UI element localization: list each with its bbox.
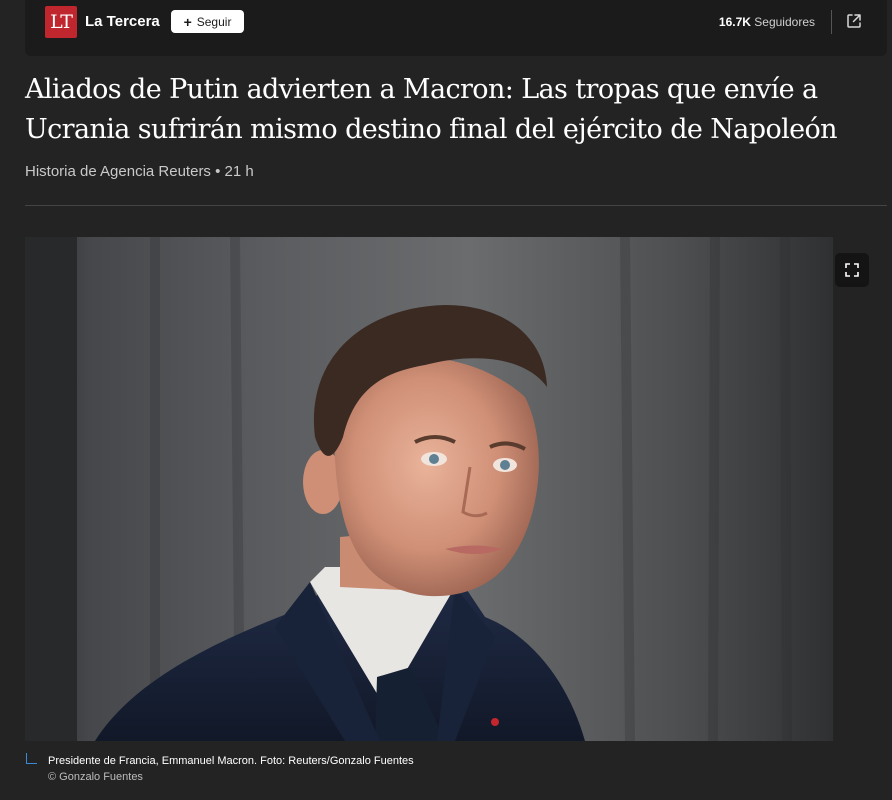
plus-icon: + xyxy=(183,13,192,30)
publisher-name[interactable]: La Tercera xyxy=(85,13,160,30)
portrait-illustration xyxy=(25,237,833,741)
article-headline: Aliados de Putin advierten a Macron: Las… xyxy=(25,74,838,145)
image-caption: Presidente de Francia, Emmanuel Macron. … xyxy=(48,755,414,767)
followers-label: Seguidores xyxy=(754,15,815,29)
divider xyxy=(25,205,887,206)
external-link-icon[interactable] xyxy=(845,12,863,30)
article-photo[interactable] xyxy=(25,237,833,741)
fullscreen-button[interactable] xyxy=(835,253,869,287)
caption-marker xyxy=(26,753,37,764)
divider xyxy=(831,10,832,34)
follow-button[interactable]: + Seguir xyxy=(171,10,244,33)
followers-number: 16.7K xyxy=(718,15,751,29)
follow-button-label: Seguir xyxy=(196,14,232,29)
article-byline: Historia de Agencia Reuters • 21 h xyxy=(25,163,254,180)
followers-count: 16.7K Seguidores xyxy=(719,15,815,29)
fullscreen-icon xyxy=(845,263,859,277)
publisher-logo[interactable]: LT xyxy=(45,6,77,38)
image-credit: © Gonzalo Fuentes xyxy=(48,771,143,783)
publisher-bar: LT La Tercera + Seguir 16.7K Seguidores xyxy=(25,0,887,56)
